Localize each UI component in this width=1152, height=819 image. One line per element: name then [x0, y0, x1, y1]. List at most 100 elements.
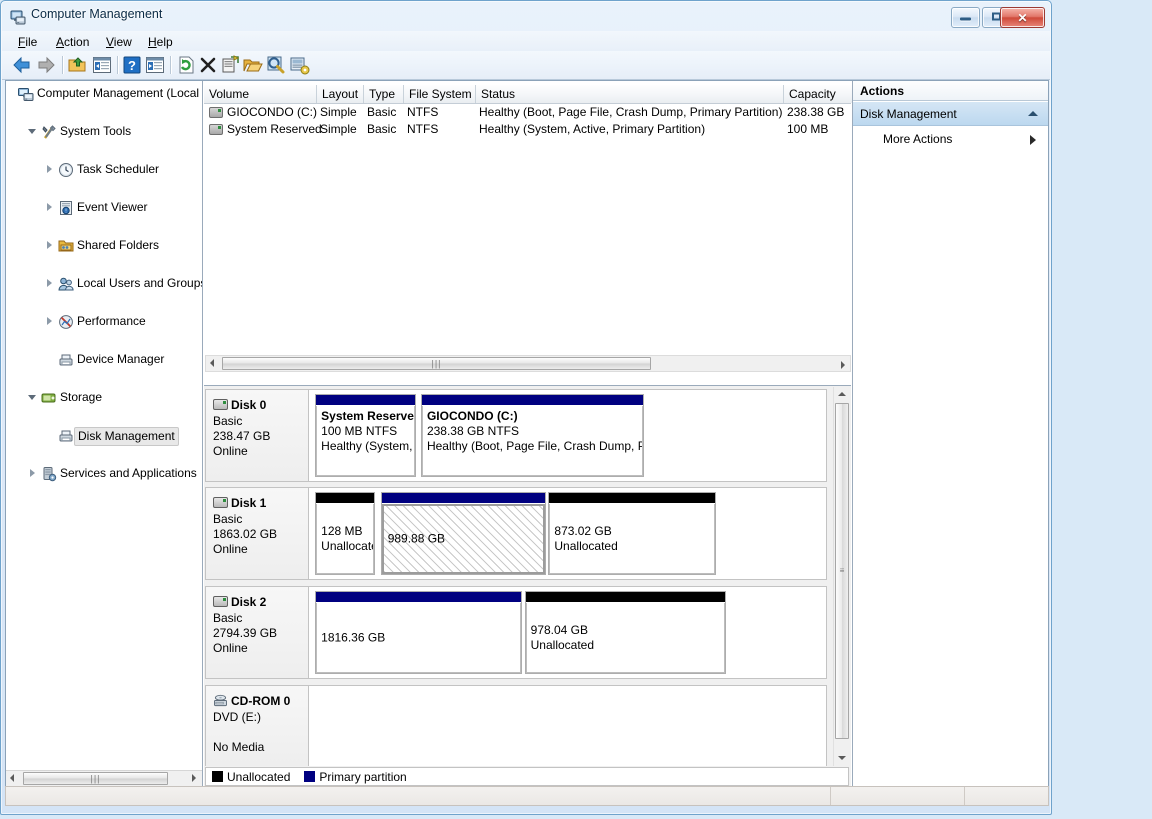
title-bar[interactable]: Computer Management ✕ [1, 1, 1051, 31]
volume-list-scroll-right-arrow[interactable] [837, 355, 851, 372]
partition-block[interactable]: System Reserved 100 MB NTFS Healthy (Sys… [315, 394, 416, 477]
chevron-down-icon[interactable] [27, 392, 38, 403]
properties-icon[interactable] [219, 54, 241, 76]
partition-color-bar [316, 493, 374, 503]
partition-block[interactable]: 989.88 GB [381, 492, 546, 575]
partition-block[interactable]: 873.02 GB Unallocated [548, 492, 716, 575]
delete-icon[interactable] [197, 54, 219, 76]
chevron-right-icon[interactable] [27, 468, 38, 479]
cdrom-row[interactable]: CD-ROM 0 DVD (E:) No Media [205, 685, 827, 766]
chevron-down-icon[interactable] [27, 126, 38, 137]
show-hide-action-pane-icon[interactable] [144, 54, 166, 76]
disk-row[interactable]: Disk 1 Basic 1863.02 GB Online [205, 487, 827, 580]
partition-status: Healthy (Boot, Page File, Crash Dump, Pr… [427, 439, 638, 454]
sidebar-item-label: Storage [60, 388, 102, 407]
partition-size: 989.88 GB [388, 532, 445, 547]
sidebar-item-performance[interactable]: Performance [6, 312, 203, 331]
disk-state: Online [213, 444, 308, 459]
menu-bar: FFileile Action View Help [2, 31, 1050, 51]
menu-action[interactable]: Action [50, 34, 95, 50]
partition-color-bar [526, 592, 725, 602]
sidebar-item-device-manager[interactable]: Device Manager [6, 350, 203, 369]
disk-type: Basic [213, 512, 308, 527]
column-header-volume[interactable]: Volume [204, 85, 317, 103]
sidebar-item-event-viewer[interactable]: ! Event Viewer [6, 198, 203, 217]
actions-group-disk-management[interactable]: Disk Management [853, 102, 1048, 126]
back-icon[interactable] [11, 54, 33, 76]
disk-title: Disk 0 [213, 398, 308, 414]
column-header-type[interactable]: Type [364, 85, 404, 103]
disk-pane-vertical-scrollbar[interactable]: ≡ [833, 387, 850, 766]
refresh-icon[interactable] [175, 54, 197, 76]
scroll-up-arrow[interactable] [834, 387, 849, 402]
partition-block[interactable]: 978.04 GB Unallocated [525, 591, 726, 674]
scroll-left-arrow[interactable] [6, 771, 21, 786]
chevron-right-icon[interactable] [44, 278, 55, 289]
legend-label-primary: Primary partition [319, 770, 406, 784]
column-header-file-system[interactable]: File System [404, 85, 476, 103]
chevron-right-icon[interactable] [44, 164, 55, 175]
search-icon[interactable] [265, 54, 287, 76]
sidebar-item-storage[interactable]: Storage [6, 388, 203, 407]
scroll-down-arrow[interactable] [834, 751, 849, 766]
status-segment-right [964, 787, 1048, 805]
scroll-thumb[interactable]: ≡ [835, 403, 849, 739]
partition-body: System Reserved 100 MB NTFS Healthy (Sys… [316, 406, 415, 476]
partition-status: Unallocatec [321, 539, 374, 554]
forward-icon[interactable] [35, 54, 57, 76]
column-header-status[interactable]: Status [476, 85, 784, 103]
chevron-right-icon[interactable] [1030, 135, 1036, 145]
scroll-right-arrow[interactable] [187, 771, 202, 786]
sidebar-item-system-tools[interactable]: System Tools [6, 122, 203, 141]
disk-management-pane: Volume Layout Type File System Status Ca… [204, 81, 851, 787]
volume-list-horizontal-scrollbar[interactable]: ||| [205, 355, 851, 372]
partition-block[interactable]: 1816.36 GB [315, 591, 522, 674]
help-icon[interactable]: ? [121, 54, 143, 76]
chevron-right-icon[interactable] [44, 202, 55, 213]
minimize-button[interactable] [951, 7, 980, 28]
chevron-right-icon[interactable] [44, 240, 55, 251]
cell-file-system: NTFS [407, 121, 438, 138]
chevron-right-icon[interactable] [44, 316, 55, 327]
rescan-disks-icon[interactable] [288, 54, 310, 76]
sidebar-item-computer-management[interactable]: Computer Management (Local [6, 84, 203, 103]
open-folder-icon[interactable] [242, 54, 264, 76]
partition-size: 1816.36 GB [321, 630, 385, 645]
sidebar-item-services-and-applications[interactable]: Services and Applications [6, 464, 203, 483]
column-header-layout[interactable]: Layout [317, 85, 364, 103]
partition-title: GIOCONDO (C:) [427, 409, 638, 424]
close-button[interactable]: ✕ [1000, 7, 1045, 28]
table-row[interactable]: System Reserved Simple Basic NTFS Health… [204, 121, 851, 138]
disk-type: Basic [213, 611, 308, 626]
console-tree[interactable]: Computer Management (Local System Tools [6, 81, 203, 787]
disk-row[interactable]: Disk 0 Basic 238.47 GB Online System Res… [205, 389, 827, 482]
cell-volume: System Reserved [227, 121, 322, 138]
chevron-up-icon[interactable] [1028, 111, 1038, 116]
actions-header: Actions [853, 81, 1048, 101]
menu-file[interactable]: FFileile [12, 34, 43, 50]
sidebar-item-label: Device Manager [77, 350, 164, 369]
disk-row[interactable]: Disk 2 Basic 2794.39 GB Online [205, 586, 827, 679]
disk-icon [213, 399, 228, 410]
partition-block[interactable]: 128 MB Unallocatec [315, 492, 375, 575]
menu-view[interactable]: View [100, 34, 138, 50]
sidebar-item-shared-folders[interactable]: Shared Folders [6, 236, 203, 255]
scroll-left-arrow[interactable] [206, 356, 221, 371]
disk-management-icon [58, 428, 74, 444]
partition-color-bar [549, 493, 715, 503]
scroll-thumb[interactable]: ||| [222, 357, 651, 370]
sidebar-item-local-users-and-groups[interactable]: Local Users and Groups [6, 274, 203, 293]
column-header-capacity[interactable]: Capacity [784, 85, 854, 103]
partition-block[interactable]: GIOCONDO (C:) 238.38 GB NTFS Healthy (Bo… [421, 394, 644, 477]
sidebar-item-disk-management[interactable]: Disk Management [6, 426, 203, 445]
more-actions-item[interactable]: More Actions [853, 127, 1048, 151]
show-hide-console-tree-icon[interactable] [91, 54, 113, 76]
sidebar-horizontal-scrollbar[interactable]: ||| [6, 770, 202, 787]
sidebar-item-label: Disk Management [74, 427, 179, 446]
scroll-thumb[interactable]: ||| [23, 772, 168, 785]
table-row[interactable]: GIOCONDO (C:) Simple Basic NTFS Healthy … [204, 104, 851, 121]
menu-help[interactable]: Help [142, 34, 179, 50]
sidebar-item-task-scheduler[interactable]: Task Scheduler [6, 160, 203, 179]
up-folder-icon[interactable] [67, 54, 89, 76]
computer-management-window: Computer Management ✕ FFileile Action Vi… [0, 0, 1052, 815]
